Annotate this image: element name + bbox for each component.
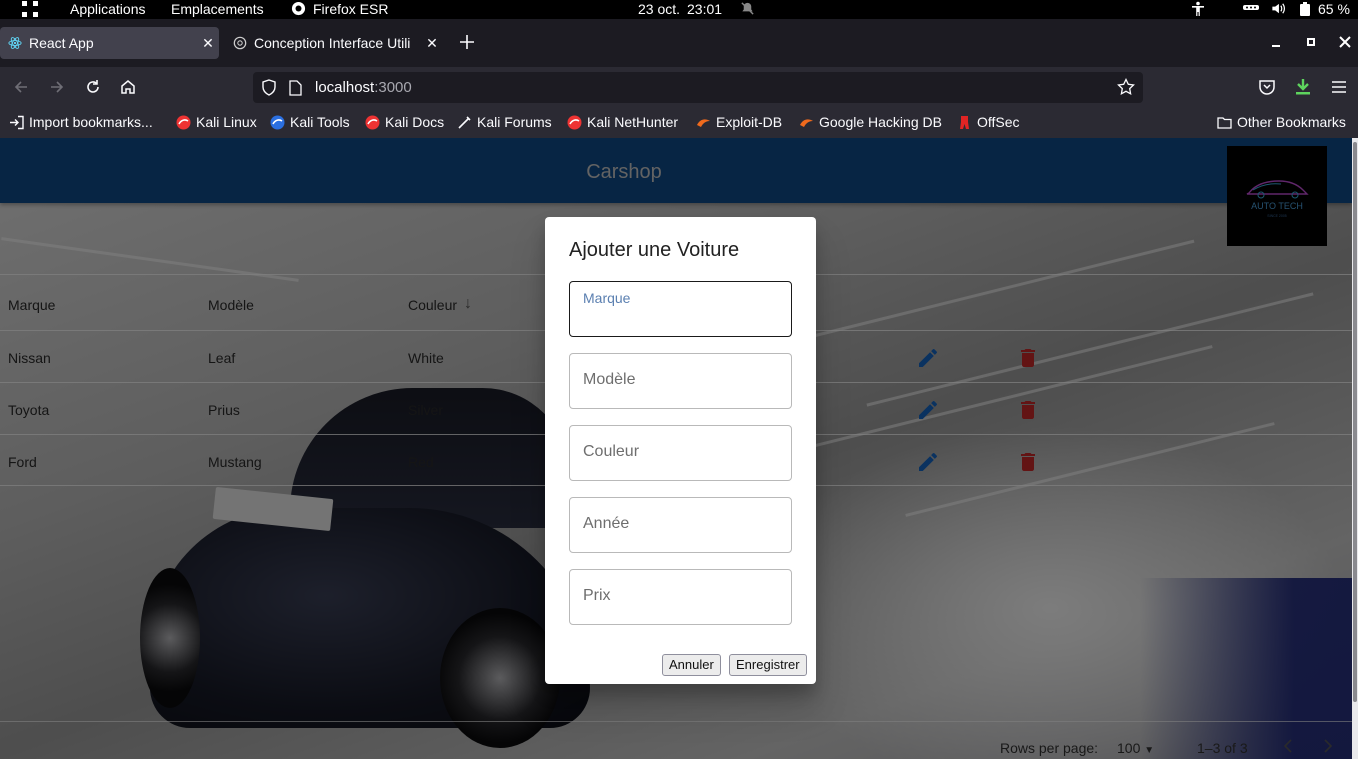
back-icon[interactable] <box>9 75 33 99</box>
shield-icon[interactable] <box>261 79 277 99</box>
reload-icon[interactable] <box>81 75 105 99</box>
bookmark-label: Kali Tools <box>290 114 350 130</box>
pocket-icon[interactable] <box>1255 75 1279 99</box>
bookmark-exploit-db[interactable]: Exploit-DB <box>696 114 782 130</box>
field-label: Couleur <box>583 443 640 460</box>
bookmark-kali-forums[interactable]: Kali Forums <box>457 114 552 130</box>
navigation-bar: localhost:3000 <box>0 67 1358 107</box>
scrollbar-thumb[interactable] <box>1353 142 1357 702</box>
modele-field[interactable]: Modèle <box>569 353 792 409</box>
tab-react-app[interactable]: React App ✕ <box>0 27 219 59</box>
react-icon <box>8 36 22 50</box>
home-icon[interactable] <box>116 75 140 99</box>
accessibility-icon[interactable] <box>1190 1 1206 17</box>
bookmark-kali-tools[interactable]: Kali Tools <box>270 114 350 130</box>
folder-icon <box>1217 115 1232 130</box>
minimize-window-icon[interactable] <box>1268 34 1284 53</box>
downloads-icon[interactable] <box>1291 75 1315 99</box>
bookmark-label: Google Hacking DB <box>819 114 942 130</box>
exploit-db-icon <box>799 115 814 130</box>
bookmark-offsec[interactable]: OffSec <box>957 114 1020 130</box>
bookmark-google-hacking-db[interactable]: Google Hacking DB <box>799 114 942 130</box>
bookmark-star-icon[interactable] <box>1117 77 1135 99</box>
bookmark-label: Import bookmarks... <box>29 114 153 130</box>
menu-hamburger-icon[interactable] <box>1327 75 1351 99</box>
prix-field[interactable]: Prix <box>569 569 792 625</box>
dialog-title: Ajouter une Voiture <box>569 239 740 261</box>
active-app-name[interactable]: Firefox ESR <box>313 1 388 17</box>
battery-percent[interactable]: 65 % <box>1318 1 1350 17</box>
annee-field[interactable]: Année <box>569 497 792 553</box>
url-host: localhost <box>315 79 375 96</box>
page-info-icon[interactable] <box>289 80 302 99</box>
bookmarks-toolbar: Import bookmarks... Kali Linux Kali Tool… <box>0 107 1358 138</box>
cancel-button[interactable]: Annuler <box>662 654 721 676</box>
maximize-window-icon[interactable] <box>1303 34 1319 53</box>
kali-tools-icon <box>270 115 285 130</box>
close-tab-icon[interactable]: ✕ <box>197 35 219 52</box>
page-scrollbar[interactable] <box>1352 138 1358 759</box>
bookmark-kali-docs[interactable]: Kali Docs <box>365 114 444 130</box>
field-label: Marque <box>583 290 631 306</box>
url-port: :3000 <box>374 79 412 96</box>
close-window-icon[interactable] <box>1337 34 1353 53</box>
field-label: Année <box>583 515 630 532</box>
chatgpt-icon <box>233 36 247 50</box>
kali-icon <box>365 115 380 130</box>
tab-title: React App <box>29 35 94 51</box>
places-menu[interactable]: Emplacements <box>171 1 264 17</box>
applications-menu[interactable]: Applications <box>70 1 146 17</box>
network-icon[interactable] <box>1243 3 1259 13</box>
bookmark-label: Kali Forums <box>477 114 552 130</box>
kali-forums-icon <box>457 115 472 130</box>
volume-icon[interactable] <box>1270 1 1286 16</box>
firefox-icon <box>291 1 306 16</box>
url-text[interactable]: localhost:3000 <box>315 79 412 96</box>
bookmark-label: Other Bookmarks <box>1237 114 1346 130</box>
field-label: Prix <box>583 587 611 604</box>
bookmark-label: Kali Linux <box>196 114 257 130</box>
kali-icon <box>176 115 191 130</box>
offsec-icon <box>957 115 972 130</box>
bookmark-kali-linux[interactable]: Kali Linux <box>176 114 257 130</box>
bookmark-label: Kali Docs <box>385 114 445 130</box>
tab-title: Conception Interface Utili <box>254 35 411 51</box>
address-bar[interactable]: localhost:3000 <box>253 72 1143 103</box>
os-top-bar: Applications Emplacements Firefox ESR 23… <box>0 0 1358 19</box>
page-viewport: Carshop AUTO TECH SINCE 2005 Marque Modè… <box>0 138 1352 759</box>
field-label: Modèle <box>583 371 636 388</box>
close-tab-icon[interactable]: ✕ <box>421 35 443 52</box>
import-icon <box>9 115 24 130</box>
save-button[interactable]: Enregistrer <box>729 654 807 676</box>
tab-conception-interface[interactable]: Conception Interface Utili ✕ <box>225 27 443 59</box>
battery-icon[interactable] <box>1300 2 1310 16</box>
new-tab-icon[interactable] <box>456 31 478 53</box>
forward-icon[interactable] <box>45 75 69 99</box>
exploit-db-icon <box>696 115 711 130</box>
add-car-dialog: Ajouter une Voiture Marque Modèle Couleu… <box>545 217 816 684</box>
bookmark-label: Exploit-DB <box>716 114 783 130</box>
clock[interactable]: 23:01 <box>687 1 722 17</box>
other-bookmarks[interactable]: Other Bookmarks <box>1217 114 1346 130</box>
app-grid-icon[interactable] <box>21 0 39 18</box>
bookmark-import[interactable]: Import bookmarks... <box>9 114 153 130</box>
date-label[interactable]: 23 oct. <box>638 1 680 17</box>
bookmark-kali-nethunter[interactable]: Kali NetHunter <box>567 114 678 130</box>
marque-field[interactable]: Marque <box>569 281 792 337</box>
bookmark-label: OffSec <box>977 114 1020 130</box>
couleur-field[interactable]: Couleur <box>569 425 792 481</box>
tab-bar: React App ✕ Conception Interface Utili ✕ <box>0 19 1358 67</box>
notifications-muted-icon[interactable] <box>740 1 755 16</box>
bookmark-label: Kali NetHunter <box>587 114 679 130</box>
kali-icon <box>567 115 582 130</box>
